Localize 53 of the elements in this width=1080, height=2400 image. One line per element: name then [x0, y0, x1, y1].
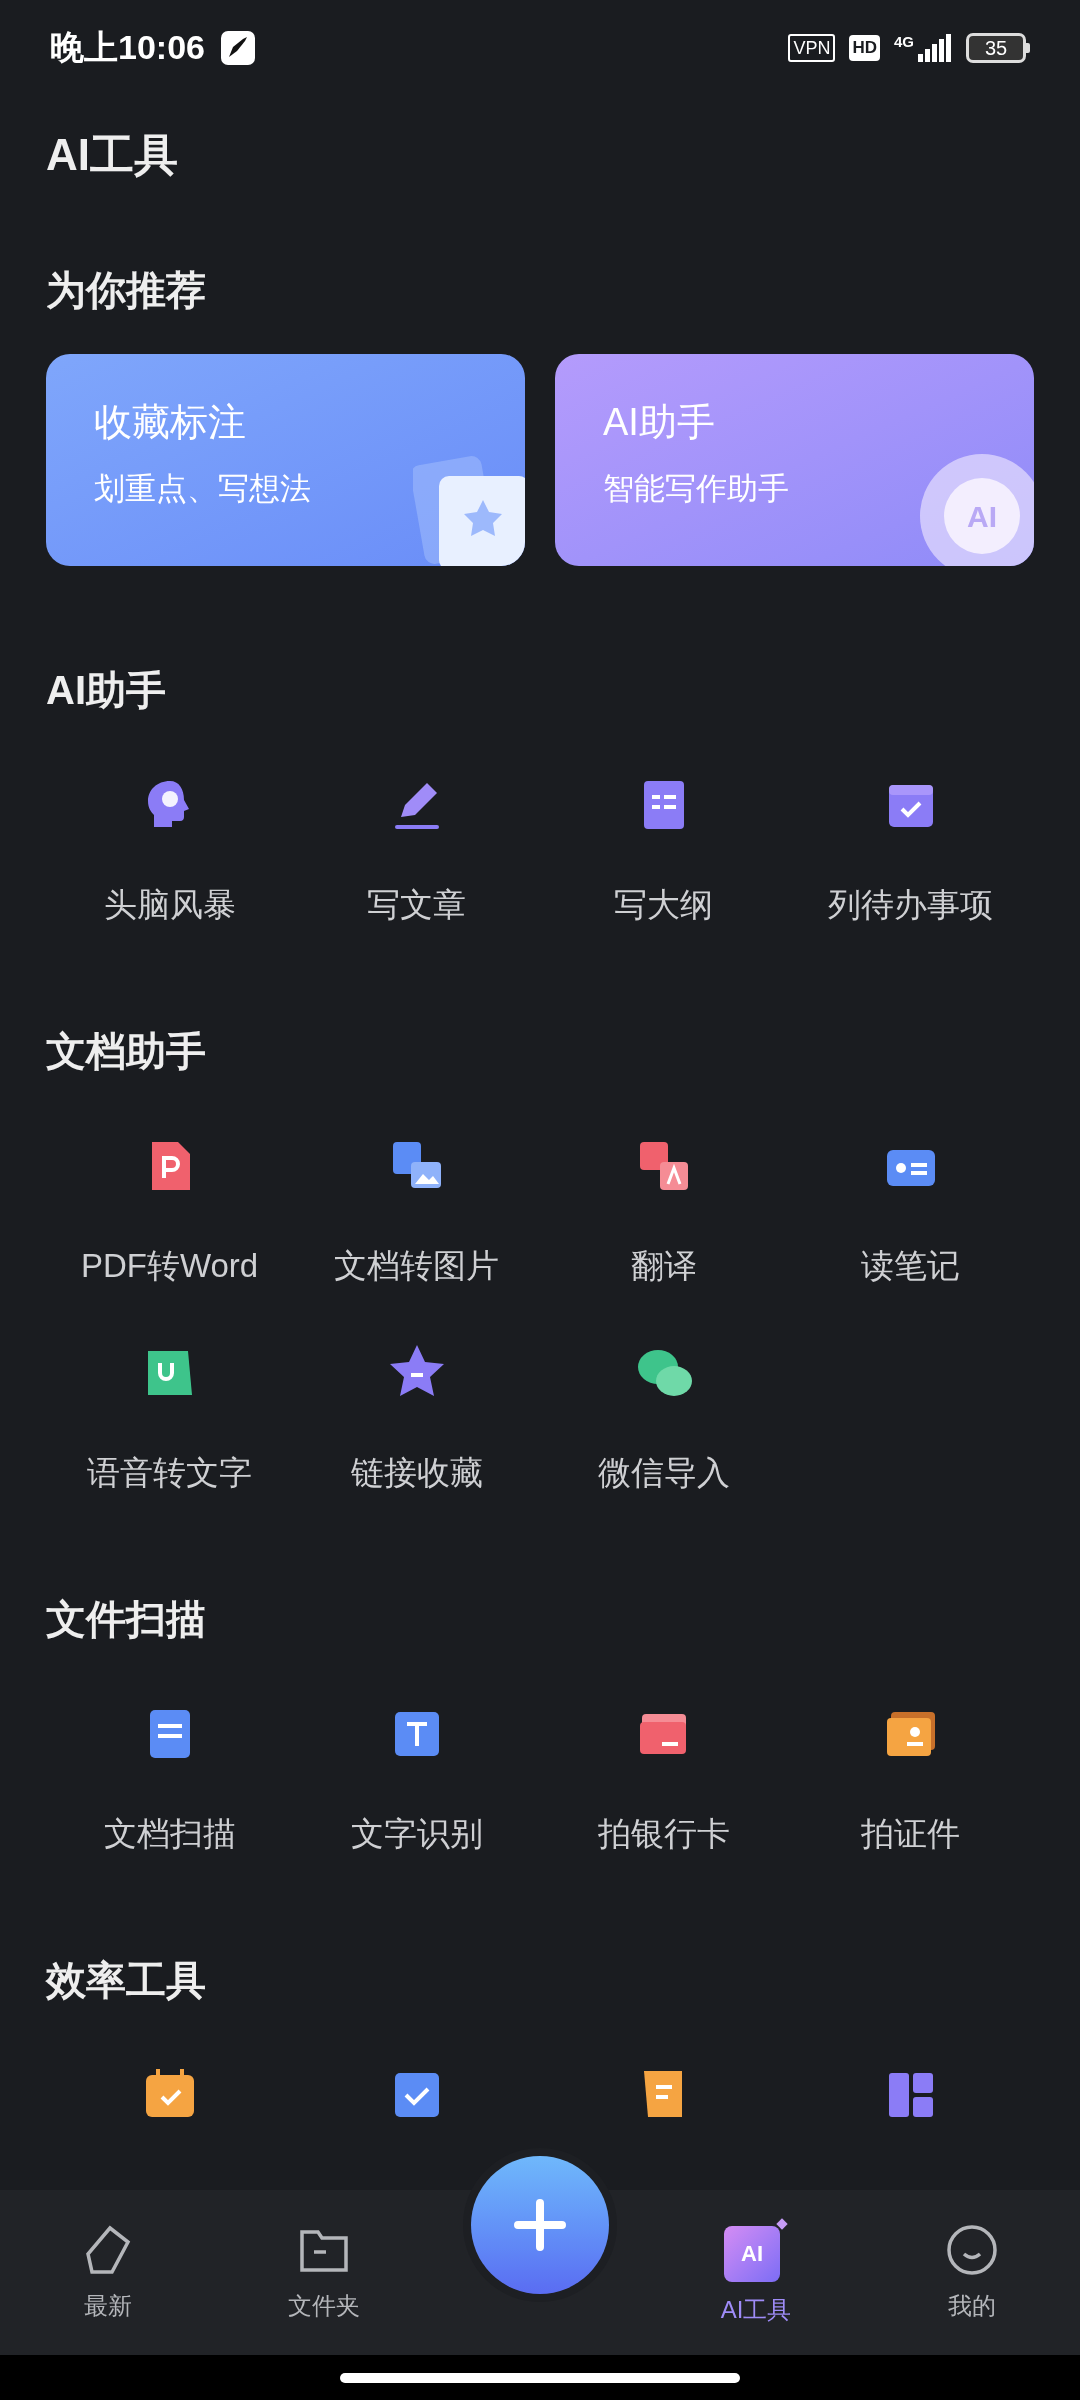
tool-item[interactable]: 列待办事项: [787, 769, 1034, 929]
tool-label: 语音转文字: [87, 1453, 252, 1493]
tool-item[interactable]: 写文章: [293, 769, 540, 929]
tool-item[interactable]: 写大纲: [540, 769, 787, 929]
nav-tab[interactable]: 我的: [864, 2221, 1080, 2324]
section-heading: 文档助手: [46, 1028, 207, 1075]
ai-badge-icon: AI: [920, 454, 1034, 566]
section-heading: AI助手: [46, 667, 167, 714]
card-subtitle: 智能写作助手: [603, 470, 790, 508]
tool-label: 拍证件: [861, 1814, 960, 1854]
nav-tab[interactable]: 文件夹: [216, 2221, 432, 2324]
tool-item[interactable]: 拍银行卡: [540, 1698, 787, 1858]
page-title: AI工具: [46, 129, 179, 181]
tool-label: 头脑风暴: [103, 885, 236, 925]
tool-label: 拍银行卡: [597, 1814, 730, 1854]
tool-label: 链接收藏: [350, 1453, 483, 1493]
tool-item[interactable]: 翻译: [540, 1130, 787, 1290]
card-title: 收藏标注: [94, 400, 247, 445]
tool-label: PDF转Word: [80, 1246, 259, 1286]
card-title: AI助手: [603, 400, 716, 445]
tool-label: 文字识别: [350, 1814, 483, 1854]
section-heading: 效率工具: [46, 1957, 207, 2004]
tool-item[interactable]: 头脑风暴: [46, 769, 293, 929]
hd-indicator: HD: [849, 34, 880, 61]
tool-item[interactable]: 微信导入: [540, 1337, 787, 1497]
tool-item[interactable]: PDF转Word: [46, 1130, 293, 1290]
nav-tab[interactable]: AI AI工具: [648, 2217, 864, 2328]
status-time: 晚上10:06: [50, 27, 205, 68]
tool-item[interactable]: 拍证件: [787, 1698, 1034, 1858]
tool-label: 微信导入: [597, 1453, 730, 1493]
section-heading: 为你推荐: [46, 267, 207, 314]
tool-label: 文档转图片: [334, 1246, 499, 1286]
tool-label: 列待办事项: [828, 885, 993, 925]
plus-icon: [514, 2199, 566, 2251]
tool-label: 读笔记: [861, 1246, 960, 1286]
tool-item[interactable]: 文档扫描: [46, 1698, 293, 1858]
signal-icon: [918, 33, 952, 62]
card-subtitle: 划重点、写想法: [94, 470, 312, 508]
tool-label: 翻译: [630, 1246, 697, 1286]
star-card-icon: [413, 456, 525, 566]
battery-indicator: 35: [966, 32, 1030, 63]
network-type: 4G: [894, 33, 914, 50]
vpn-indicator: VPN: [788, 33, 836, 62]
tool-label: 写大纲: [614, 885, 713, 925]
tool-label: 写文章: [367, 885, 466, 925]
section-heading: 文件扫描: [46, 1596, 207, 1643]
tool-item[interactable]: 读笔记: [787, 1130, 1034, 1290]
nav-tab[interactable]: 最新: [0, 2221, 216, 2324]
tool-item[interactable]: 文档转图片: [293, 1130, 540, 1290]
tool-item[interactable]: 文字识别: [293, 1698, 540, 1858]
tool-item[interactable]: 语音转文字: [46, 1337, 293, 1497]
tool-item[interactable]: 链接收藏: [293, 1337, 540, 1497]
tool-label: 文档扫描: [103, 1814, 236, 1854]
